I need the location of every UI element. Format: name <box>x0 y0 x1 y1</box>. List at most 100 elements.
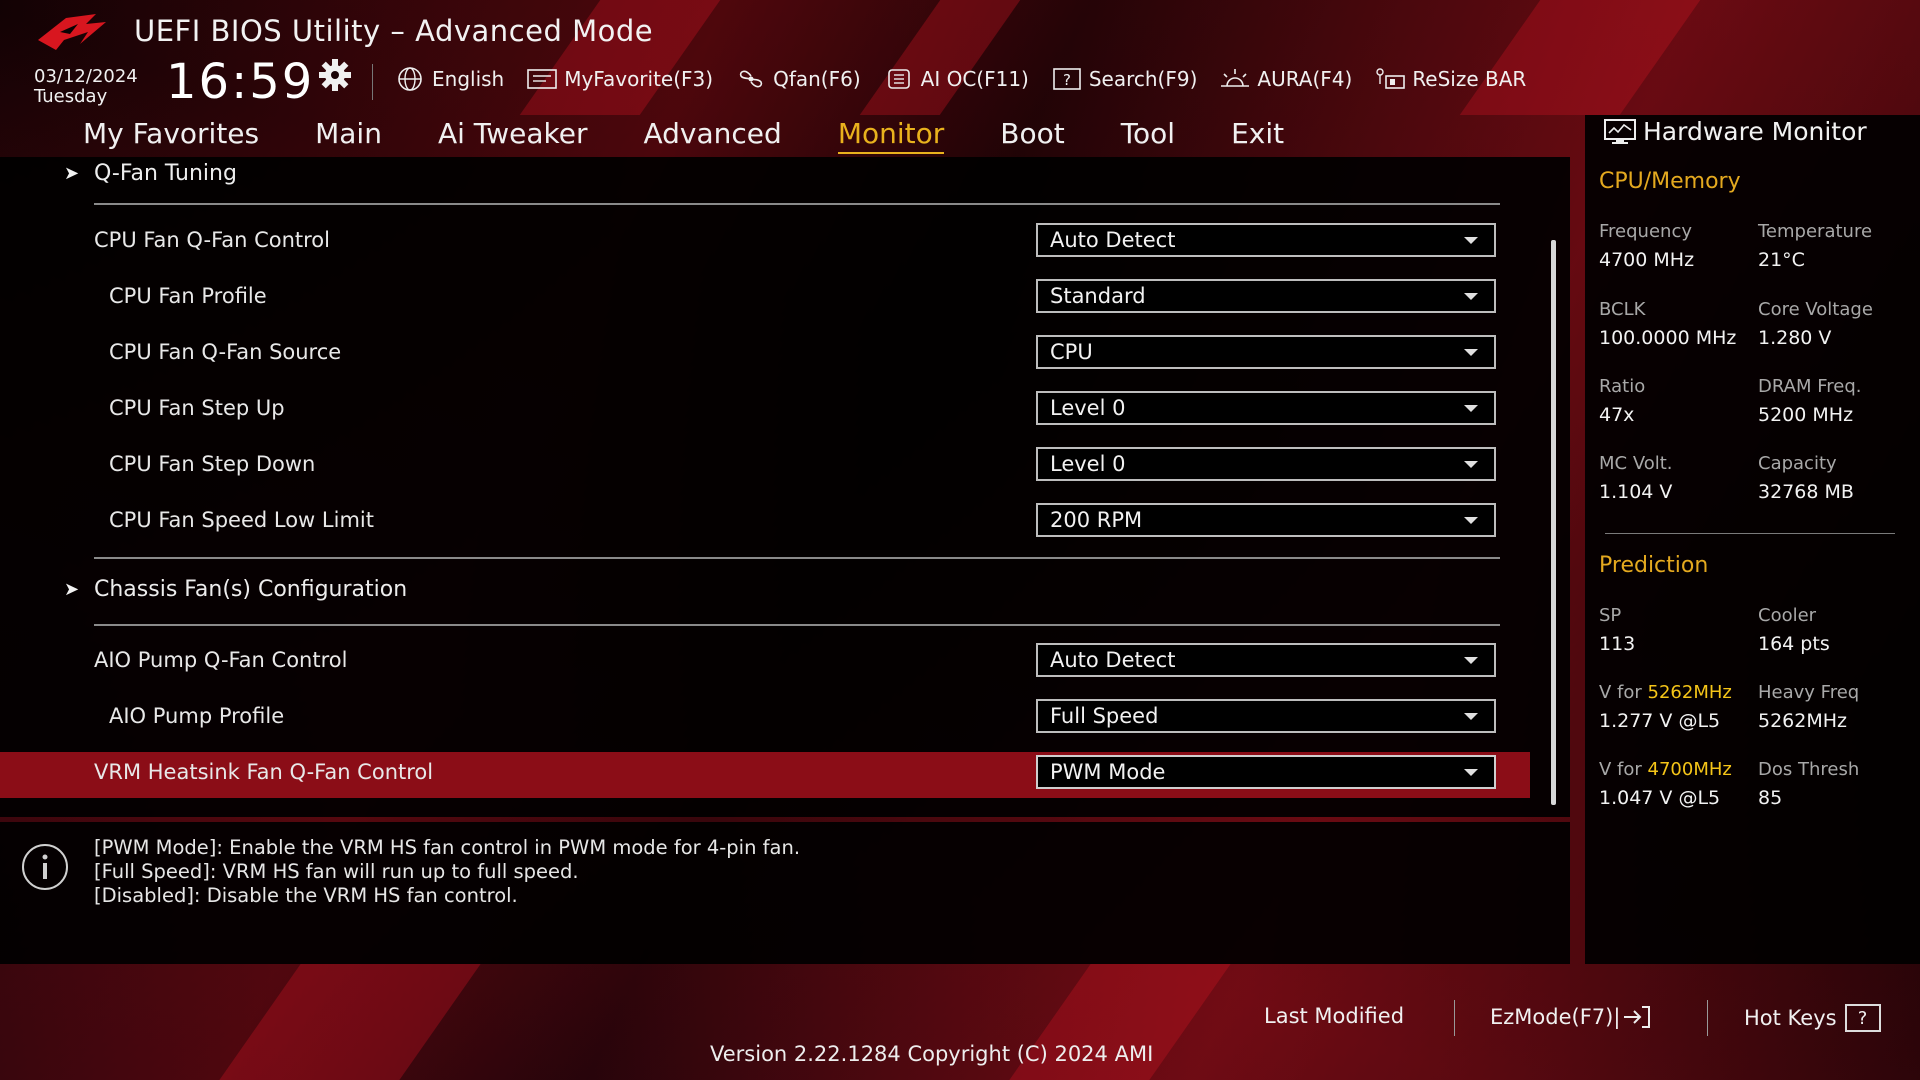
tab-my-favorites[interactable]: My Favorites <box>83 117 259 154</box>
setting-row[interactable]: CPU Fan Step Up Level 0 <box>0 388 1530 434</box>
exit-arrow-icon <box>1624 1006 1651 1028</box>
qfan-label: Qfan(F6) <box>773 67 861 91</box>
ezmode-button[interactable]: EzMode(F7)| <box>1490 1004 1652 1030</box>
tab-main[interactable]: Main <box>315 117 382 154</box>
section-label: Chassis Fan(s) Configuration <box>94 577 408 602</box>
setting-dropdown[interactable]: 200 RPM <box>1036 503 1496 537</box>
tab-monitor[interactable]: Monitor <box>837 117 945 154</box>
chevron-right-icon: ➤ <box>64 163 80 184</box>
cpu-memory-heading: CPU/Memory <box>1599 169 1741 194</box>
dropdown-value: 200 RPM <box>1050 508 1143 532</box>
caret-down-icon <box>1464 404 1478 412</box>
aura-button[interactable]: AURA(F4) <box>1219 66 1352 92</box>
resize-bar-icon <box>1376 68 1406 89</box>
dropdown-value: Level 0 <box>1050 396 1126 420</box>
mc-volt-label: MC Volt. <box>1599 453 1673 474</box>
v-for-freq-2-highlight: 4700MHz <box>1647 759 1732 780</box>
setting-label: CPU Fan Q-Fan Source <box>109 340 342 364</box>
monitor-icon <box>1604 118 1636 144</box>
setting-row[interactable]: CPU Fan Speed Low Limit 200 RPM <box>0 500 1530 546</box>
caret-down-icon <box>1464 656 1478 664</box>
tab-tool[interactable]: Tool <box>1121 117 1175 154</box>
setting-dropdown[interactable]: Full Speed <box>1036 699 1496 733</box>
v-for-freq-2-value: 1.047 V @L5 <box>1599 787 1721 809</box>
day: Tuesday <box>34 86 108 107</box>
search-icon: ? <box>1053 68 1081 90</box>
aioc-button[interactable]: AI OC(F11) <box>883 66 1029 92</box>
tab-advanced[interactable]: Advanced <box>644 117 782 154</box>
setting-row[interactable]: CPU Fan Profile Standard <box>0 276 1530 322</box>
caret-down-icon <box>1464 516 1478 524</box>
search-label: Search(F9) <box>1088 67 1198 91</box>
v-for-freq-1-label: V for 5262MHz <box>1599 682 1732 703</box>
favorite-icon <box>527 69 558 89</box>
core-voltage-value: 1.280 V <box>1758 327 1832 349</box>
frequency-value: 4700 MHz <box>1599 249 1695 271</box>
tab-exit[interactable]: Exit <box>1231 117 1284 154</box>
setting-row[interactable]: CPU Fan Q-Fan Control Auto Detect <box>0 220 1530 266</box>
setting-label: VRM Heatsink Fan Q-Fan Control <box>94 760 434 784</box>
last-modified-button[interactable]: Last Modified <box>1264 1004 1404 1028</box>
caret-down-icon <box>1464 292 1478 300</box>
setting-dropdown[interactable]: Level 0 <box>1036 391 1496 425</box>
main-nav: My Favorites Main Ai Tweaker Advanced Mo… <box>0 115 1570 157</box>
v-for-freq-1-value: 1.277 V @L5 <box>1599 710 1721 732</box>
tab-ai-tweaker[interactable]: Ai Tweaker <box>438 117 588 154</box>
language-button[interactable]: English <box>394 66 504 92</box>
setting-dropdown[interactable]: CPU <box>1036 335 1496 369</box>
dropdown-value: Auto Detect <box>1050 648 1176 672</box>
setting-label: CPU Fan Step Down <box>109 452 316 476</box>
cooler-label: Cooler <box>1758 605 1817 626</box>
resize-bar-label: ReSize BAR <box>1412 67 1527 91</box>
toolbar: English MyFavorite(F3) Qfan(F6) AI OC(F1… <box>394 64 1548 94</box>
sp-value: 113 <box>1599 633 1636 655</box>
capacity-value: 32768 MB <box>1758 481 1854 503</box>
settings-panel: ➤ Q-Fan Tuning CPU Fan Q-Fan Control Aut… <box>0 157 1570 817</box>
aioc-label: AI OC(F11) <box>920 67 1029 91</box>
scrollbar[interactable] <box>1551 240 1556 805</box>
divider <box>1707 1000 1708 1036</box>
dropdown-value: CPU <box>1050 340 1093 364</box>
setting-row-selected[interactable]: VRM Heatsink Fan Q-Fan Control PWM Mode <box>0 752 1530 798</box>
ratio-value: 47x <box>1599 404 1635 426</box>
bclk-label: BCLK <box>1599 299 1646 320</box>
setting-row[interactable]: AIO Pump Q-Fan Control Auto Detect <box>0 640 1530 686</box>
bclk-value: 100.0000 MHz <box>1599 327 1737 349</box>
setting-dropdown[interactable]: Auto Detect <box>1036 643 1496 677</box>
gear-icon[interactable] <box>318 58 352 92</box>
section-q-fan-tuning[interactable]: ➤ Q-Fan Tuning <box>0 157 1530 197</box>
qfan-button[interactable]: Qfan(F6) <box>735 66 861 92</box>
setting-label: CPU Fan Q-Fan Control <box>94 228 330 252</box>
language-label: English <box>432 67 505 91</box>
setting-row[interactable]: CPU Fan Step Down Level 0 <box>0 444 1530 490</box>
setting-dropdown[interactable]: Auto Detect <box>1036 223 1496 257</box>
setting-row[interactable]: AIO Pump Profile Full Speed <box>0 696 1530 742</box>
divider <box>1454 1000 1455 1036</box>
globe-icon <box>398 67 422 91</box>
temperature-value: 21°C <box>1758 249 1805 271</box>
tab-boot[interactable]: Boot <box>1000 117 1064 154</box>
sp-label: SP <box>1599 605 1622 626</box>
last-modified-label: Last Modified <box>1264 1004 1405 1028</box>
section-chassis-fan-configuration[interactable]: ➤ Chassis Fan(s) Configuration <box>0 573 1530 613</box>
resize-bar-button[interactable]: ReSize BAR <box>1374 66 1526 92</box>
myfavorite-button[interactable]: MyFavorite(F3) <box>526 66 713 92</box>
setting-label: CPU Fan Profile <box>109 284 267 308</box>
caret-down-icon <box>1464 712 1478 720</box>
setting-label: CPU Fan Step Up <box>109 396 285 420</box>
search-button[interactable]: ? Search(F9) <box>1051 66 1198 92</box>
hot-keys-label: Hot Keys <box>1744 1006 1837 1030</box>
frequency-label: Frequency <box>1599 221 1692 242</box>
caret-down-icon <box>1464 768 1478 776</box>
setting-row[interactable]: CPU Fan Q-Fan Source CPU <box>0 332 1530 378</box>
setting-dropdown[interactable]: Standard <box>1036 279 1496 313</box>
help-text-line: [Disabled]: Disable the VRM HS fan contr… <box>94 884 518 907</box>
setting-dropdown[interactable]: PWM Mode <box>1036 755 1496 789</box>
dram-freq-value: 5200 MHz <box>1758 404 1854 426</box>
ezmode-label: EzMode(F7)| <box>1490 1005 1621 1029</box>
date: 03/12/2024 <box>34 66 138 87</box>
hardware-monitor-title: Hardware Monitor <box>1603 117 1867 146</box>
setting-dropdown[interactable]: Level 0 <box>1036 447 1496 481</box>
caret-down-icon <box>1464 460 1478 468</box>
hot-keys-button[interactable]: Hot Keys ? <box>1744 1004 1881 1032</box>
